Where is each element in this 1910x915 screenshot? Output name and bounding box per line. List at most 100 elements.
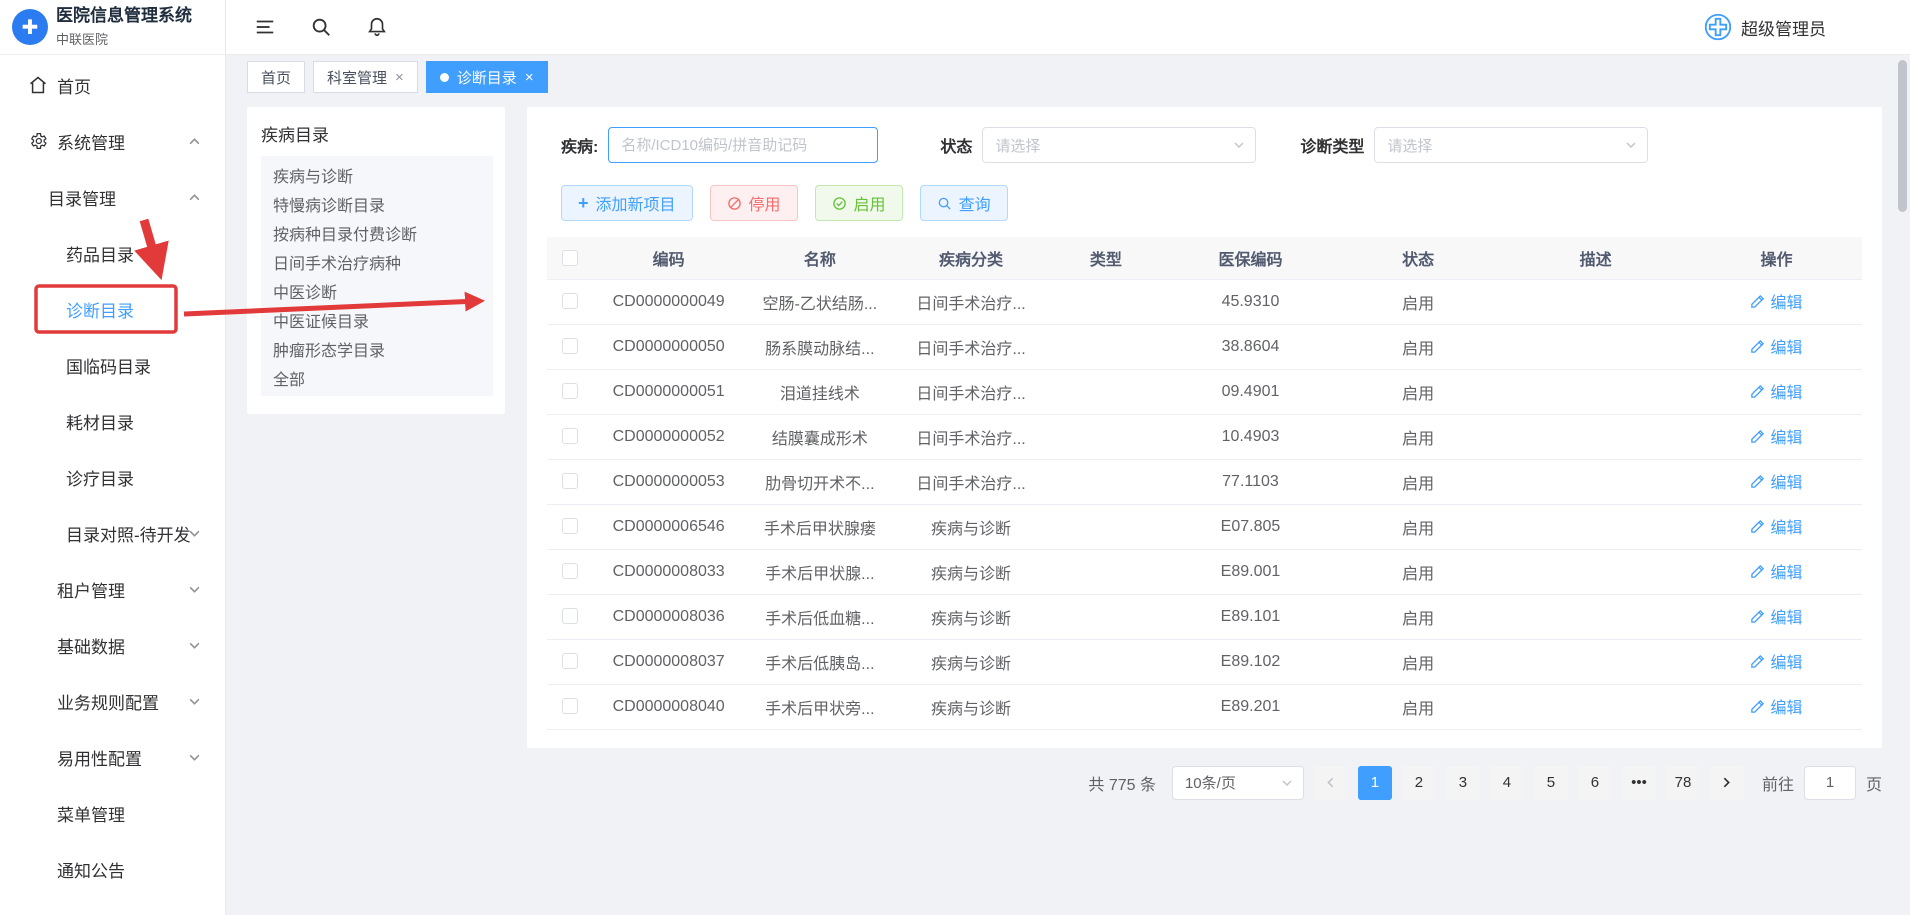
- app-logo-icon: ✚: [12, 9, 48, 45]
- add-item-button[interactable]: + 添加新项目: [561, 185, 693, 221]
- edit-button[interactable]: 编辑: [1750, 334, 1802, 358]
- page-button-5[interactable]: 5: [1534, 766, 1568, 800]
- page-size-value: 10条/页: [1185, 772, 1236, 793]
- content-area: 疾病目录 疾病与诊断 特慢病诊断目录 按病种目录付费诊断 日间手术治疗病种 中医…: [226, 99, 1910, 800]
- page-button-2[interactable]: 2: [1402, 766, 1436, 800]
- catalog-item-special-chronic[interactable]: 特慢病诊断目录: [261, 189, 493, 218]
- edit-button[interactable]: 编辑: [1750, 694, 1802, 718]
- catalog-item-tcm-diagnosis[interactable]: 中医诊断: [261, 276, 493, 305]
- sidebar-item-catalog-mapping[interactable]: 目录对照-待开发: [0, 505, 225, 561]
- diagnosis-type-select[interactable]: 请选择: [1374, 127, 1648, 163]
- page-button-78[interactable]: 78: [1666, 766, 1700, 800]
- bell-icon[interactable]: [366, 16, 388, 38]
- page-button-1[interactable]: 1: [1358, 766, 1392, 800]
- user-name: 超级管理员: [1741, 15, 1826, 40]
- cell-type: [1047, 639, 1165, 684]
- cell-category: 疾病与诊断: [895, 684, 1046, 729]
- sidebar-item-drug-catalog[interactable]: 药品目录: [0, 225, 225, 281]
- tab-diagnosis-catalog[interactable]: 诊断目录 ×: [426, 61, 548, 93]
- row-checkbox[interactable]: [562, 518, 578, 534]
- goto-page-input[interactable]: [1804, 766, 1856, 800]
- sidebar-item-tenant-management[interactable]: 租户管理: [0, 561, 225, 617]
- row-checkbox[interactable]: [562, 338, 578, 354]
- sidebar-item-label: 基础数据: [57, 633, 125, 658]
- edit-button[interactable]: 编辑: [1750, 514, 1802, 538]
- query-button[interactable]: 查询: [920, 185, 1008, 221]
- sidebar-item-treatment-catalog[interactable]: 诊疗目录: [0, 449, 225, 505]
- sidebar-item-system-management[interactable]: 系统管理: [0, 113, 225, 169]
- sidebar-item-consumable-catalog[interactable]: 耗材目录: [0, 393, 225, 449]
- row-checkbox[interactable]: [562, 383, 578, 399]
- right-column: 疾病: 状态 请选择 诊断类型 请选择: [527, 107, 1882, 800]
- catalog-item-day-surgery[interactable]: 日间手术治疗病种: [261, 247, 493, 276]
- table-row: CD0000006546 手术后甲状腺瘘 疾病与诊断 E07.805 启用 编辑: [547, 504, 1862, 549]
- enable-button[interactable]: 启用: [815, 185, 903, 221]
- catalog-item-drg-payment[interactable]: 按病种目录付费诊断: [261, 218, 493, 247]
- check-circle-icon: [832, 196, 847, 211]
- sidebar-item-national-code-catalog[interactable]: 国临码目录: [0, 337, 225, 393]
- edit-label: 编辑: [1770, 379, 1802, 403]
- catalog-item-tcm-syndrome[interactable]: 中医证候目录: [261, 305, 493, 334]
- status-select[interactable]: 请选择: [982, 127, 1256, 163]
- prev-page-button[interactable]: [1314, 766, 1348, 800]
- sidebar-item-menu-management[interactable]: 菜单管理: [0, 785, 225, 841]
- edit-label: 编辑: [1770, 559, 1802, 583]
- catalog-panel-title: 疾病目录: [261, 121, 493, 146]
- row-checkbox[interactable]: [562, 428, 578, 444]
- page-button-3[interactable]: 3: [1446, 766, 1480, 800]
- user-area[interactable]: 超级管理员: [1704, 13, 1826, 41]
- cell-type: [1047, 684, 1165, 729]
- edit-button[interactable]: 编辑: [1750, 649, 1802, 673]
- ban-icon: [727, 196, 742, 211]
- row-checkbox[interactable]: [562, 653, 578, 669]
- page-button-4[interactable]: 4: [1490, 766, 1524, 800]
- edit-button[interactable]: 编辑: [1750, 469, 1802, 493]
- next-page-button[interactable]: [1710, 766, 1744, 800]
- edit-button[interactable]: 编辑: [1750, 424, 1802, 448]
- cell-code: CD0000000051: [593, 369, 744, 414]
- sidebar-item-label: 目录对照-待开发: [66, 521, 191, 546]
- more-pages-button[interactable]: •••: [1622, 766, 1656, 800]
- tab-home[interactable]: 首页: [247, 61, 305, 93]
- hamburger-icon[interactable]: [254, 16, 276, 38]
- table-row: CD0000008040 手术后甲状旁... 疾病与诊断 E89.201 启用 …: [547, 684, 1862, 729]
- catalog-item-all[interactable]: 全部: [261, 363, 493, 392]
- sidebar-item-usability-config[interactable]: 易用性配置: [0, 729, 225, 785]
- chevron-right-icon: [1720, 776, 1733, 789]
- sidebar-item-business-rules[interactable]: 业务规则配置: [0, 673, 225, 729]
- cell-type: [1047, 594, 1165, 639]
- cell-insurance-code: 38.8604: [1165, 324, 1336, 369]
- tab-department-management[interactable]: 科室管理 ×: [313, 61, 418, 93]
- catalog-item-disease-diagnosis[interactable]: 疾病与诊断: [261, 160, 493, 189]
- page-button-6[interactable]: 6: [1578, 766, 1612, 800]
- cell-code: CD0000008033: [593, 549, 744, 594]
- disable-button[interactable]: 停用: [710, 185, 798, 221]
- row-checkbox[interactable]: [562, 608, 578, 624]
- cell-description: [1500, 684, 1691, 729]
- sidebar-item-catalog-management[interactable]: 目录管理: [0, 169, 225, 225]
- edit-button[interactable]: 编辑: [1750, 379, 1802, 403]
- page-size-select[interactable]: 10条/页: [1172, 766, 1304, 800]
- edit-button[interactable]: 编辑: [1750, 604, 1802, 628]
- edit-button[interactable]: 编辑: [1750, 559, 1802, 583]
- row-checkbox[interactable]: [562, 473, 578, 489]
- catalog-item-tumor-morphology[interactable]: 肿瘤形态学目录: [261, 334, 493, 363]
- row-checkbox[interactable]: [562, 293, 578, 309]
- row-checkbox[interactable]: [562, 698, 578, 714]
- edit-button[interactable]: 编辑: [1750, 289, 1802, 313]
- chevron-up-icon: [188, 135, 201, 148]
- vertical-scrollbar-thumb[interactable]: [1898, 60, 1907, 212]
- row-checkbox[interactable]: [562, 563, 578, 579]
- sidebar-item-notice[interactable]: 通知公告: [0, 841, 225, 897]
- logo-block: ✚ 医院信息管理系统 中联医院: [0, 0, 225, 55]
- sidebar-item-diagnosis-catalog[interactable]: 诊断目录: [0, 281, 225, 337]
- close-icon[interactable]: ×: [525, 70, 534, 85]
- chevron-down-icon: [188, 751, 201, 764]
- close-icon[interactable]: ×: [395, 70, 404, 85]
- sidebar-item-home[interactable]: 首页: [0, 57, 225, 113]
- sidebar-item-basic-data[interactable]: 基础数据: [0, 617, 225, 673]
- disease-search-input[interactable]: [608, 127, 878, 163]
- select-all-checkbox[interactable]: [562, 250, 578, 266]
- cell-status: 启用: [1336, 459, 1500, 504]
- search-icon[interactable]: [310, 16, 332, 38]
